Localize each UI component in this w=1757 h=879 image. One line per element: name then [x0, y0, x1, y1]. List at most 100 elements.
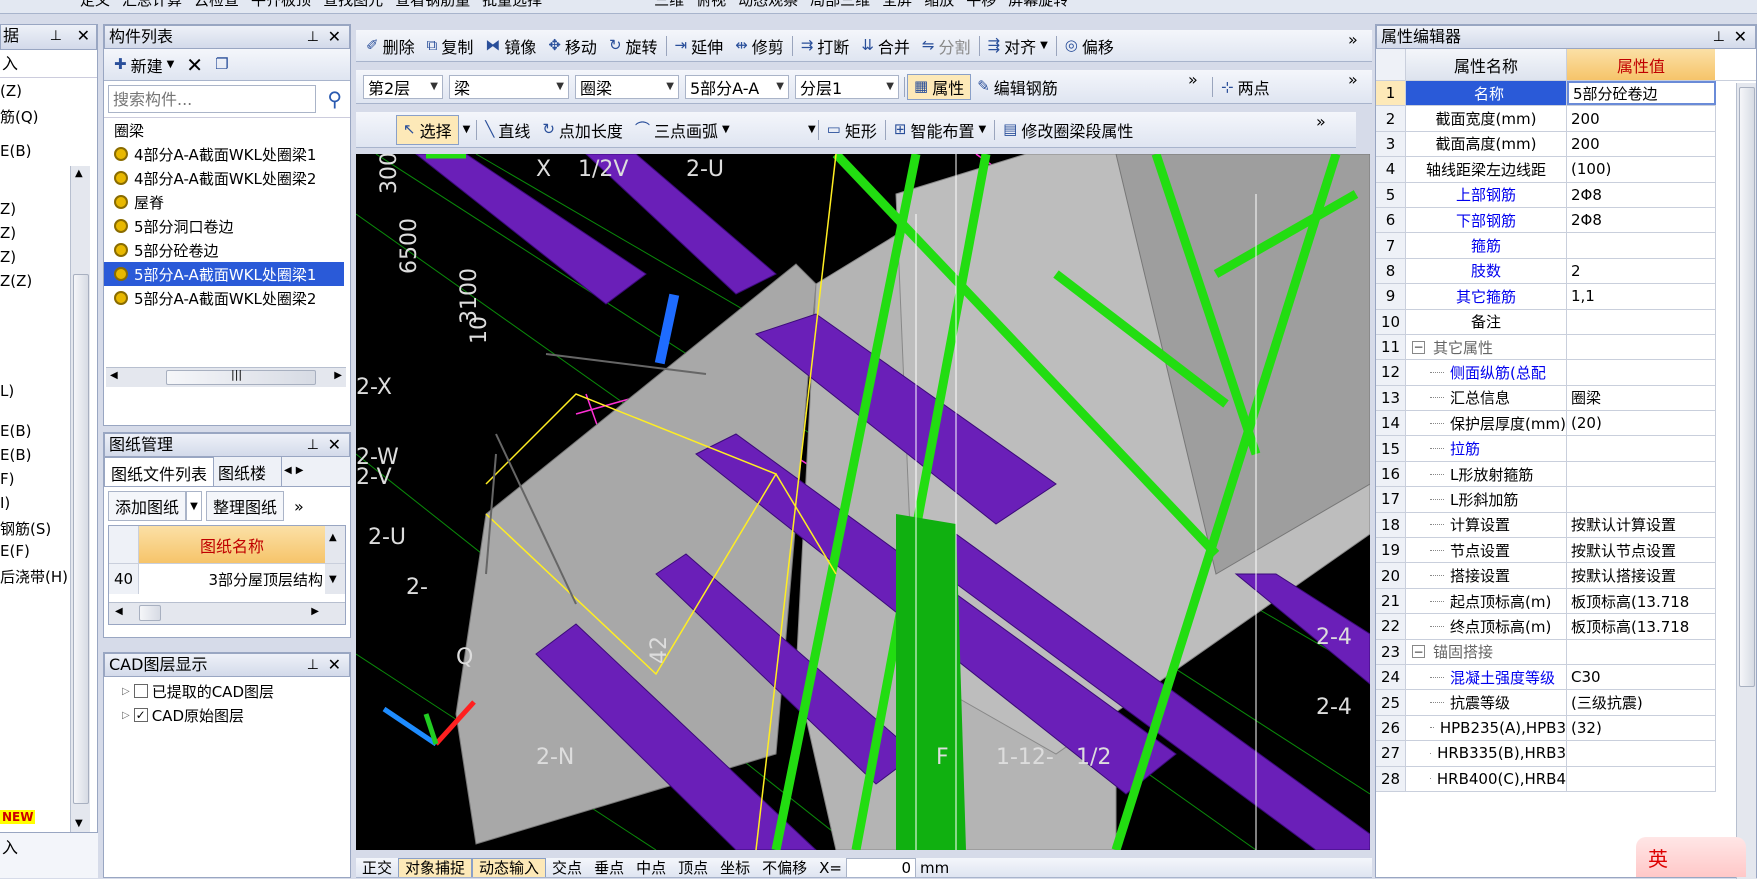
property-name-cell[interactable]: 名称 [1406, 81, 1567, 106]
snap-tool-7[interactable]: 坐标 [714, 858, 756, 877]
property-name-cell[interactable]: 起点顶标高(m) [1406, 588, 1567, 614]
property-row[interactable]: 2 截面宽度(mm) 200 [1376, 106, 1716, 132]
property-scrollbar[interactable] [1736, 83, 1756, 879]
close-icon[interactable]: ✕ [1734, 26, 1747, 48]
arc-button[interactable]: ⌒ 三点画弧 ▼ [629, 117, 736, 143]
search-icon[interactable]: ⚲ [327, 87, 342, 111]
property-row[interactable]: 24 混凝土强度等级 C30 [1376, 664, 1716, 691]
search-input[interactable] [108, 85, 316, 113]
snap-tool-1[interactable]: 对象捕捉 [398, 858, 473, 877]
property-value-cell[interactable]: (32) [1567, 715, 1716, 741]
property-value-cell[interactable]: 圈梁 [1567, 385, 1716, 411]
property-value-cell[interactable]: 5部分砼卷边 [1567, 81, 1716, 106]
layer-toolbar-more-icon[interactable]: » [1188, 70, 1198, 89]
tree-root[interactable]: 圈梁 [104, 118, 350, 142]
view-tool-0[interactable]: 三维 [654, 0, 684, 7]
tree-item[interactable]: 5部分A-A截面WKL处圈梁2 [104, 286, 350, 310]
property-name-cell[interactable]: 备注 [1406, 309, 1567, 334]
property-row[interactable]: 11− 其它属性 [1376, 334, 1716, 361]
view-tool-5[interactable]: 缩放 [924, 0, 954, 7]
property-row[interactable]: 20 搭接设置 按默认搭接设置 [1376, 563, 1716, 589]
scroll-up-icon[interactable]: ▲ [75, 168, 83, 179]
property-value-cell[interactable] [1567, 461, 1716, 487]
property-row[interactable]: 22 终点顶标高(m) 板顶标高(13.718 [1376, 614, 1716, 640]
subtype-select[interactable]: 圈梁 ▼ [575, 74, 679, 99]
component-list-hscroll[interactable]: ◀ ||| ▶ [106, 367, 346, 387]
property-row[interactable]: 6 下部钢筋 2Φ8 [1376, 207, 1716, 234]
property-name-cell[interactable]: L形斜加筋 [1406, 487, 1567, 512]
property-value-cell[interactable]: (20) [1567, 411, 1716, 436]
property-value-cell[interactable]: 按默认节点设置 [1567, 538, 1716, 563]
snap-tool-8[interactable]: 不偏移 [756, 858, 813, 877]
property-row[interactable]: 15 拉筋 [1376, 436, 1716, 462]
property-row[interactable]: 13 汇总信息 圈梁 [1376, 385, 1716, 412]
left-module-item[interactable]: (Z) [0, 82, 22, 100]
smart-layout-button[interactable]: ⊞ 智能布置 ▼ [888, 117, 992, 143]
pin-icon[interactable]: ⊥ [307, 26, 319, 48]
property-row[interactable]: 10 备注 [1376, 309, 1716, 335]
property-row[interactable]: 18 计算设置 按默认计算设置 [1376, 512, 1716, 539]
property-row[interactable]: 3 截面高度(mm) 200 [1376, 131, 1716, 158]
left-module-item[interactable]: 筋(Q) [0, 106, 39, 127]
property-value-cell[interactable] [1567, 436, 1716, 461]
scroll-right-icon[interactable]: ▶ [311, 606, 319, 617]
property-row[interactable]: 21 起点顶标高(m) 板顶标高(13.718 [1376, 588, 1716, 615]
property-value-cell[interactable] [1567, 360, 1716, 385]
floor-select[interactable]: 第2层 ▼ [363, 74, 443, 99]
two-point-button[interactable]: ⊹ 两点 [1210, 70, 1276, 104]
pin-icon[interactable]: ⊥ [307, 434, 319, 456]
property-row[interactable]: 5 上部钢筋 2Φ8 [1376, 182, 1716, 208]
tab-scroll-right-icon[interactable]: ▶ [294, 457, 306, 486]
left-module-item[interactable]: E(F) [0, 542, 30, 560]
break-button[interactable]: ⇉ 打断 [795, 33, 856, 59]
property-row[interactable]: 7 箍筋 [1376, 233, 1716, 259]
property-name-cell[interactable]: 计算设置 [1406, 512, 1567, 538]
organize-drawing-button[interactable]: 整理图纸 [206, 491, 285, 521]
snap-tool-5[interactable]: 中点 [630, 858, 672, 877]
property-value-cell[interactable]: 按默认计算设置 [1567, 512, 1716, 538]
property-button[interactable]: ▦ 属性 [907, 73, 972, 100]
move-button[interactable]: ✥ 移动 [542, 33, 603, 59]
property-value-cell[interactable]: 1,1 [1567, 284, 1716, 309]
property-name-cell[interactable]: 保护层厚度(mm) [1406, 411, 1567, 436]
property-name-cell[interactable]: HPB235(A),HPB3 [1406, 715, 1567, 741]
snap-tool-2[interactable]: 动态输入 [472, 858, 547, 877]
pin-icon[interactable]: ⊥ [1713, 26, 1725, 48]
view-tool-3[interactable]: 局部三维 [810, 0, 870, 7]
top-tool-1[interactable]: 汇总计算 [122, 0, 182, 7]
draw-toolbar-more-icon[interactable]: » [1316, 112, 1326, 131]
scroll-thumb[interactable] [1739, 87, 1755, 687]
top-tool-0[interactable]: 定义 [80, 0, 110, 7]
top-tool-4[interactable]: 查找图元 [323, 0, 383, 7]
property-row[interactable]: 4 轴线距梁左边线距 (100) [1376, 157, 1716, 183]
property-value-cell[interactable]: C30 [1567, 664, 1716, 690]
property-name-cell[interactable]: 抗震等级 [1406, 690, 1567, 715]
type-select[interactable]: 梁 ▼ [449, 74, 569, 99]
delete-button[interactable]: ✐ 删除 [360, 33, 421, 59]
property-name-cell[interactable]: 搭接设置 [1406, 563, 1567, 588]
tree-item[interactable]: 5部分砼卷边 [104, 238, 350, 262]
two-point-more-icon[interactable]: » [1348, 70, 1358, 89]
tree-item[interactable]: 5部分A-A截面WKL处圈梁1 [104, 262, 344, 286]
property-row[interactable]: 19 节点设置 按默认节点设置 [1376, 538, 1716, 564]
property-name-cell[interactable]: 肢数 [1406, 258, 1567, 284]
property-name-cell[interactable]: 截面宽度(mm) [1406, 106, 1567, 131]
property-value-cell[interactable]: 2 [1567, 258, 1716, 284]
scroll-down-icon[interactable]: ▼ [75, 818, 83, 829]
scroll-left-icon[interactable]: ◀ [115, 606, 123, 617]
property-value-cell[interactable]: 板顶标高(13.718 [1567, 588, 1716, 614]
copy-button[interactable]: ⧉ 复制 [421, 33, 480, 59]
edit-rebar-button[interactable]: ✎ 编辑钢筋 [971, 74, 1064, 100]
select-dropdown-icon[interactable]: ▼ [463, 124, 471, 135]
property-value-cell[interactable]: 200 [1567, 131, 1716, 157]
add-drawing-button[interactable]: 添加图纸 [108, 491, 187, 521]
scroll-right-icon[interactable]: ▶ [334, 370, 342, 381]
cad-layer-item[interactable]: ▷ 已提取的CAD图层 [104, 679, 350, 703]
left-module-item[interactable]: E(B) [0, 446, 31, 464]
property-name-cell[interactable]: 截面高度(mm) [1406, 131, 1567, 157]
tab-scroll-left-icon[interactable]: ◀ [282, 457, 294, 486]
collapse-icon[interactable]: − [1412, 340, 1425, 354]
property-row[interactable]: 17 L形斜加筋 [1376, 487, 1716, 513]
ime-indicator[interactable]: 英 [1636, 837, 1746, 877]
tab-drawing-list[interactable]: 图纸文件列表 [104, 457, 215, 486]
